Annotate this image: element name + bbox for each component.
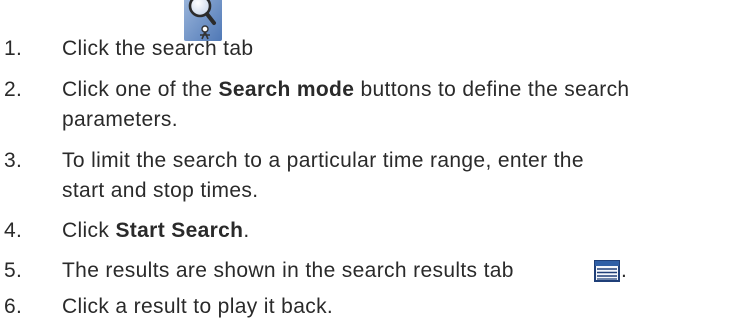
step-number: 5.	[4, 259, 23, 282]
step-1-period: .	[224, 37, 231, 60]
step-2-post: buttons to define the search	[354, 78, 630, 101]
step-text: Click Start Search.	[62, 216, 250, 246]
step-5: 5. The results are shown in the search r…	[0, 256, 742, 286]
step-number: 3.	[4, 149, 23, 172]
step-5-period: .	[621, 259, 628, 282]
step-4-pre: Click	[62, 219, 116, 242]
list-icon	[594, 260, 620, 282]
instruction-list: 1. Click the search tab . 2. Click one o…	[0, 0, 742, 327]
step-3-line1: To limit the search to a particular time…	[62, 149, 584, 172]
step-3-line2: start and stop times.	[62, 179, 259, 202]
step-number: 2.	[4, 78, 23, 101]
step-text: Click a result to play it back.	[62, 292, 333, 322]
step-number: 4.	[4, 219, 23, 242]
step-6-label: Click a result to play it back.	[62, 295, 334, 318]
step-1: 1. Click the search tab .	[0, 0, 742, 64]
search-mode-term: Search mode	[218, 78, 355, 101]
step-text: Click one of the Search mode buttons to …	[62, 75, 629, 135]
step-text: The results are shown in the search resu…	[62, 256, 514, 286]
step-4-post: .	[243, 219, 250, 242]
step-6: 6. Click a result to play it back.	[0, 292, 742, 322]
step-text: To limit the search to a particular time…	[62, 146, 584, 206]
step-5-label: The results are shown in the search resu…	[62, 259, 514, 282]
step-2-pre: Click one of the	[62, 78, 219, 101]
step-number: 1.	[4, 37, 23, 60]
step-4: 4. Click Start Search.	[0, 216, 742, 246]
step-number: 6.	[4, 295, 23, 318]
search-tab-icon	[183, 0, 223, 42]
step-2: 2. Click one of the Search mode buttons …	[0, 75, 742, 135]
step-3: 3. To limit the search to a particular t…	[0, 146, 742, 206]
step-2-line2: parameters.	[62, 108, 178, 131]
start-search-term: Start Search	[115, 219, 244, 242]
